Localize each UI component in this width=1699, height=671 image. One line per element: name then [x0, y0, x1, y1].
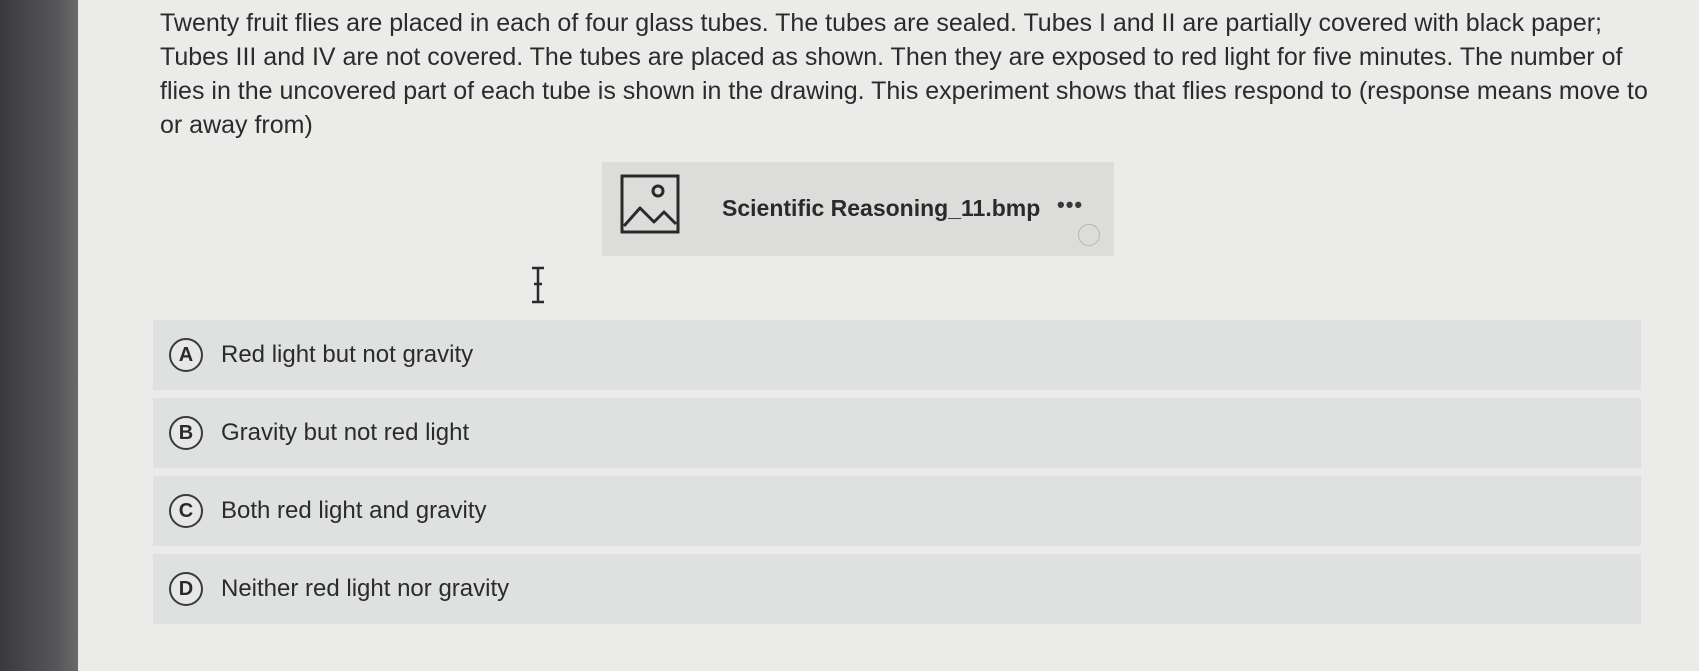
choice-letter-badge: B: [169, 416, 203, 450]
choice-label: Red light but not gravity: [221, 341, 474, 368]
choice-d[interactable]: D Neither red light nor gravity: [153, 554, 1641, 624]
answer-choices: A Red light but not gravity B Gravity bu…: [153, 320, 1641, 632]
more-options-icon[interactable]: •••: [1057, 192, 1083, 218]
choice-letter-badge: A: [169, 338, 203, 372]
choice-label: Both red light and gravity: [221, 497, 487, 524]
image-attachment[interactable]: Scientific Reasoning_11.bmp •••: [602, 162, 1114, 256]
question-page: Twenty fruit flies are placed in each of…: [78, 0, 1699, 671]
attachment-file-name[interactable]: Scientific Reasoning_11.bmp: [722, 195, 1040, 222]
choice-b[interactable]: B Gravity but not red light: [153, 398, 1641, 468]
text-cursor-icon: [528, 266, 548, 304]
loading-spinner-icon: [1078, 224, 1100, 246]
choice-c[interactable]: C Both red light and gravity: [153, 476, 1641, 546]
question-text: Twenty fruit flies are placed in each of…: [160, 9, 1648, 139]
screen-bezel: [0, 0, 78, 671]
choice-label: Gravity but not red light: [221, 419, 470, 446]
choice-letter-badge: C: [169, 494, 203, 528]
choice-letter-badge: D: [169, 572, 203, 606]
image-icon: [620, 174, 680, 234]
choice-a[interactable]: A Red light but not gravity: [153, 320, 1641, 390]
choice-label: Neither red light nor gravity: [221, 575, 510, 602]
